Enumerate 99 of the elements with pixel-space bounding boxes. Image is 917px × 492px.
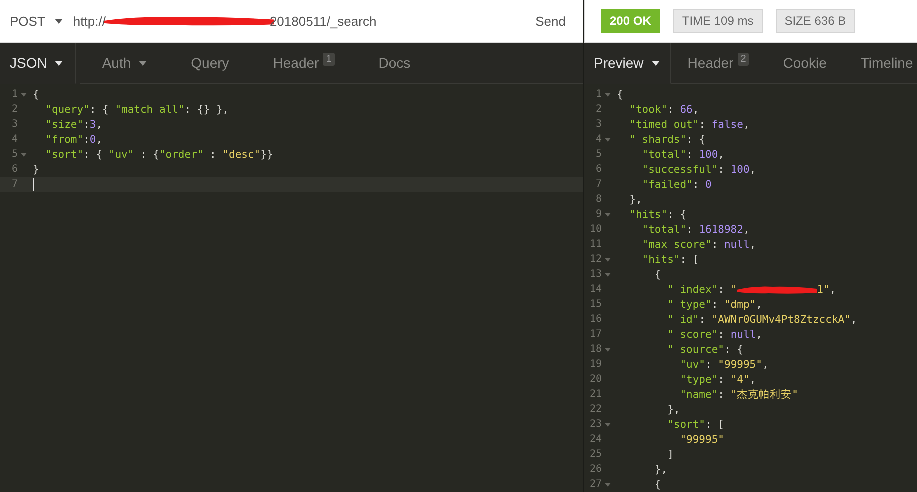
line-number: 13	[590, 269, 602, 280]
tab[interactable]: Cookie	[766, 43, 844, 84]
code-line: "total": 1618982,	[641, 224, 750, 236]
method-dropdown[interactable]: POST	[0, 6, 74, 36]
fold-icon	[605, 422, 611, 426]
line-number: 9	[596, 209, 602, 220]
code-line: "99995"	[679, 434, 724, 446]
line-number: 4	[596, 134, 602, 145]
line-number: 1	[12, 89, 18, 100]
code-line: ]	[666, 448, 674, 460]
code-line: "timed_out": false,	[628, 118, 750, 130]
fold-icon	[605, 258, 611, 262]
tab[interactable]: Timeline	[844, 43, 917, 84]
line-number: 21	[590, 389, 602, 400]
code-line: "uv": "99995",	[679, 358, 769, 370]
line-number: 3	[12, 119, 18, 130]
status-badge: 200 OK	[601, 9, 660, 33]
caret-icon	[55, 60, 64, 66]
line-number: 1	[596, 89, 602, 100]
tab[interactable]: Query	[169, 43, 252, 84]
line-number: 12	[590, 254, 602, 265]
time-badge: TIME 109 ms	[673, 9, 763, 33]
code-line: "failed": 0	[641, 178, 712, 190]
count-badge: 1	[323, 53, 335, 66]
tab[interactable]: Header 2	[670, 43, 766, 84]
code-line: "_score": null,	[666, 328, 762, 340]
size-badge: SIZE 636 B	[776, 9, 856, 33]
line-number: 16	[590, 314, 602, 325]
tab[interactable]: Docs	[356, 43, 433, 84]
fold-icon	[605, 92, 611, 96]
code-line: "query": { "match_all": {} },	[44, 104, 230, 116]
count-badge: 2	[738, 53, 750, 66]
caret-icon	[652, 60, 660, 66]
line-number: 14	[590, 284, 602, 295]
line-number: 24	[590, 434, 602, 445]
line-number: 11	[590, 239, 602, 250]
fold-icon	[605, 482, 611, 486]
code-line: "name": "杰克帕利安"	[679, 388, 798, 402]
caret-icon	[55, 18, 64, 24]
line-number: 5	[596, 149, 602, 160]
line-number: 15	[590, 299, 602, 310]
line-number: 22	[590, 404, 602, 415]
code-line: "from":0,	[44, 134, 103, 146]
line-number: 7	[596, 179, 602, 190]
code-line: "_index": " 1",	[666, 284, 836, 296]
line-number: 19	[590, 359, 602, 370]
code-line: {	[616, 88, 624, 100]
fold-icon	[21, 152, 27, 156]
code-line: "size":3,	[44, 118, 103, 130]
code-line: "hits": [	[641, 254, 700, 266]
line-number: 20	[590, 374, 602, 385]
code-line: "hits": {	[628, 208, 687, 220]
line-number: 27	[590, 479, 602, 490]
url-field[interactable]: http:// 20180511/_search	[73, 6, 519, 36]
code-line: "max_score": null,	[641, 238, 756, 250]
code-line: "sort": [	[666, 418, 724, 430]
line-number: 5	[12, 149, 18, 160]
code-line: "total": 100,	[641, 148, 724, 160]
fold-icon	[21, 92, 27, 96]
tab[interactable]: Auth	[80, 43, 170, 84]
code-line: "_id": "AWNr0GUMv4Pt8ZtzcckA",	[666, 314, 858, 326]
code-line: "successful": 100,	[641, 164, 756, 176]
fold-icon	[605, 348, 611, 352]
line-number: 6	[12, 164, 18, 175]
tab[interactable]: Header 1	[251, 43, 357, 84]
line-number: 2	[12, 104, 18, 115]
line-number: 10	[590, 224, 602, 235]
line-number: 17	[590, 329, 602, 340]
line-number: 18	[590, 344, 602, 355]
line-number: 6	[596, 164, 602, 175]
line-number: 7	[12, 179, 18, 190]
caret-icon	[139, 60, 148, 66]
send-button[interactable]: Send	[518, 6, 583, 36]
line-number: 3	[596, 119, 602, 130]
code-line: {	[654, 268, 662, 280]
line-number: 25	[590, 449, 602, 460]
line-number: 2	[596, 104, 602, 115]
line-number: 8	[596, 194, 602, 205]
code-line: "took": 66,	[628, 104, 700, 116]
line-number: 26	[590, 464, 602, 475]
line-number: 4	[12, 134, 18, 145]
line-number: 23	[590, 419, 602, 430]
tab[interactable]: Preview	[584, 43, 671, 84]
fold-icon	[605, 138, 611, 142]
fold-icon	[605, 212, 611, 216]
code-line: {	[32, 88, 40, 100]
code-line: "_shards": {	[628, 134, 706, 146]
code-line: {	[654, 478, 662, 490]
code-line: },	[654, 464, 668, 476]
code-line: "_source": {	[666, 344, 744, 356]
code-line: "sort": { "uv" : {"order" : "desc"}}	[44, 148, 274, 160]
fold-icon	[605, 272, 611, 276]
code-line: },	[666, 404, 680, 416]
code-line: }	[32, 164, 40, 176]
code-line: "type": "4",	[679, 374, 756, 386]
code-line: },	[628, 194, 642, 206]
text-cursor	[33, 178, 34, 191]
code-line: "_type": "dmp",	[666, 298, 762, 310]
tab[interactable]: JSON	[0, 43, 76, 84]
